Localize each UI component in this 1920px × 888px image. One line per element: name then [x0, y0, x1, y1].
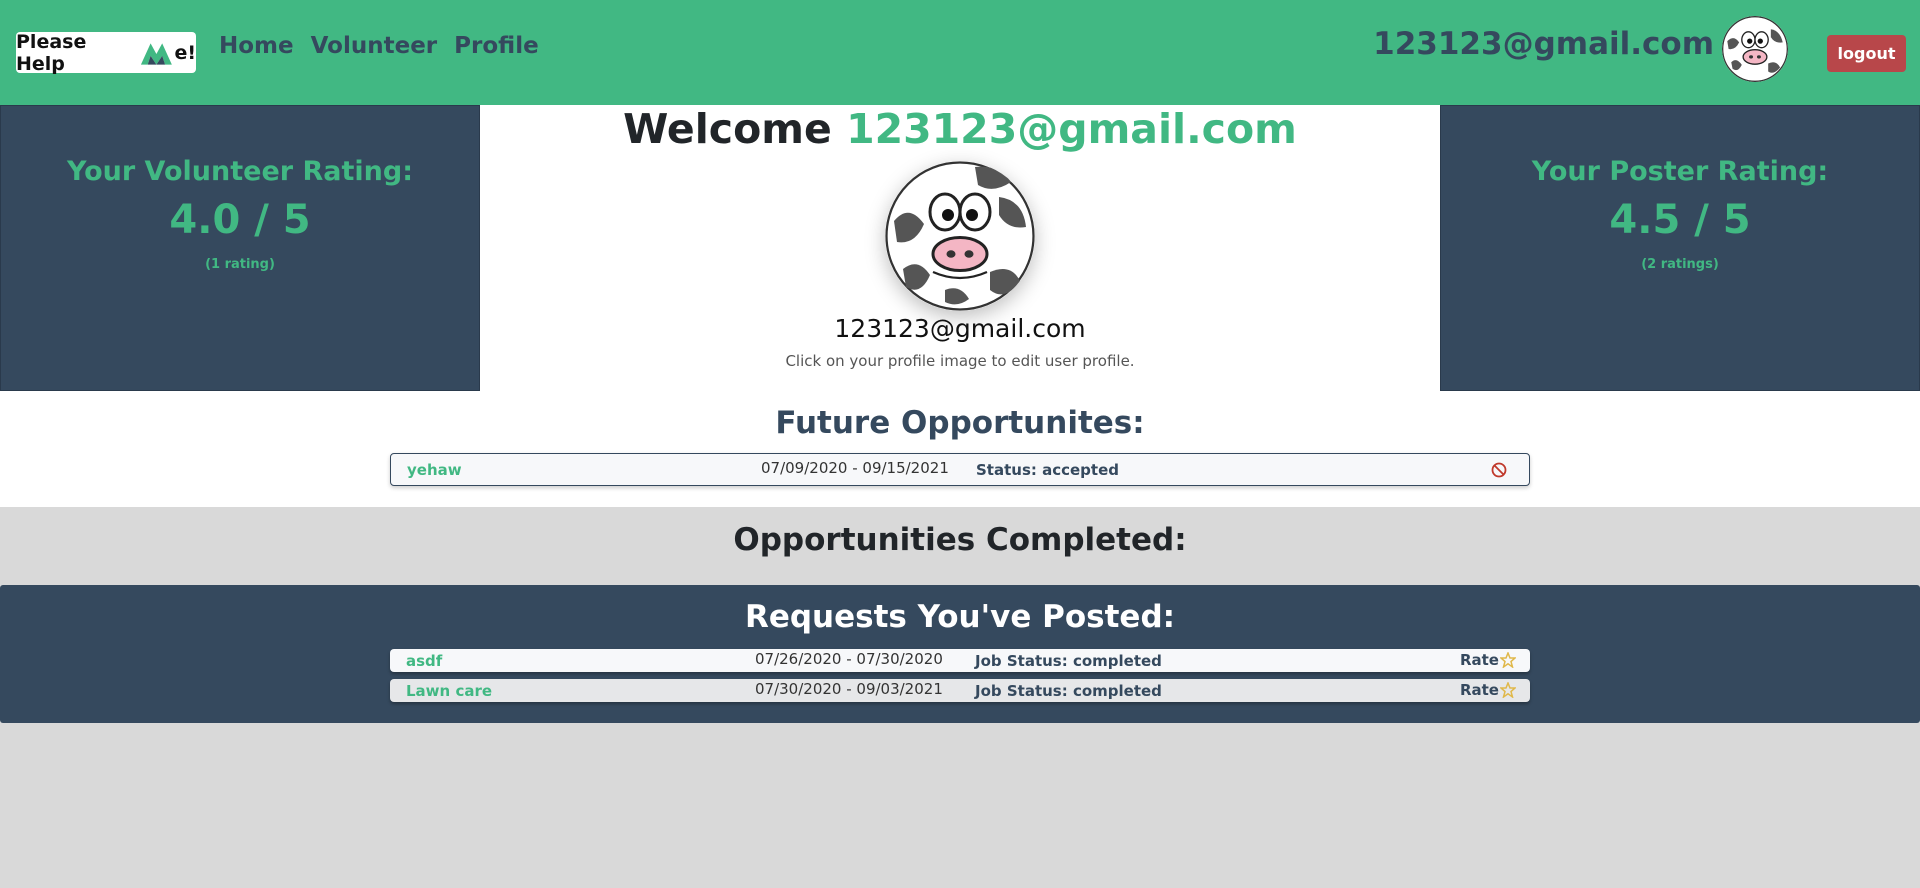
request-name-link[interactable]: Lawn care — [406, 682, 492, 700]
rate-button[interactable]: Rate — [1460, 681, 1516, 699]
nav-links: Home Volunteer Profile — [219, 33, 539, 59]
request-dates: 07/26/2020 - 07/30/2020 — [755, 650, 943, 668]
profile-avatar[interactable] — [885, 161, 1035, 311]
poster-rating-card: Your Poster Rating: 4.5 / 5 (2 ratings) — [1440, 105, 1920, 391]
poster-rating-title: Your Poster Rating: — [1531, 156, 1829, 187]
request-status: Job Status: completed — [975, 682, 1162, 700]
opportunity-status: Status: accepted — [976, 461, 1119, 479]
star-icon — [1500, 682, 1516, 698]
poster-rating-count: (2 ratings) — [1641, 257, 1719, 272]
brand-logo[interactable]: Please Help e! — [16, 30, 196, 75]
opportunity-name-link[interactable]: yehaw — [407, 461, 462, 479]
nav-link-profile[interactable]: Profile — [454, 33, 539, 59]
completed-opportunities-title: Opportunities Completed: — [733, 522, 1187, 558]
logout-button[interactable]: logout — [1827, 35, 1906, 72]
list-item: Lawn care 07/30/2020 - 09/03/2021 Job St… — [390, 679, 1530, 702]
nav-avatar[interactable] — [1722, 16, 1788, 82]
profile-section: Your Volunteer Rating: 4.0 / 5 (1 rating… — [0, 105, 1920, 507]
volunteer-rating-title: Your Volunteer Rating: — [67, 156, 413, 187]
poster-rating-value: 4.5 / 5 — [1609, 197, 1751, 243]
request-name-link[interactable]: asdf — [406, 652, 442, 670]
volunteer-rating-count: (1 rating) — [205, 257, 275, 272]
request-dates: 07/30/2020 - 09/03/2021 — [755, 680, 943, 698]
rate-label: Rate — [1459, 651, 1499, 669]
rate-label: Rate — [1459, 681, 1499, 699]
cow-avatar-icon — [885, 161, 1035, 311]
welcome-prefix: Welcome — [623, 105, 832, 153]
list-item: yehaw 07/09/2020 - 09/15/2021 Status: ac… — [390, 453, 1530, 486]
brand-prefix: Please Help — [16, 30, 87, 75]
cancel-icon[interactable] — [1491, 462, 1507, 478]
welcome-email: 123123@gmail.com — [846, 105, 1297, 153]
volunteer-rating-value: 4.0 / 5 — [169, 197, 311, 243]
rate-button[interactable]: Rate — [1460, 651, 1516, 669]
brand-m-icon — [140, 42, 172, 65]
opportunity-dates: 07/09/2020 - 09/15/2021 — [761, 459, 949, 477]
navbar: Please Help e! Home Volunteer Profile 12… — [0, 0, 1920, 105]
posted-requests-title: Requests You've Posted: — [744, 599, 1176, 635]
future-opportunities-title: Future Opportunites: — [775, 405, 1145, 441]
nav-user-email: 123123@gmail.com — [1373, 26, 1714, 62]
nav-link-home[interactable]: Home — [219, 33, 294, 59]
cow-avatar-icon — [1722, 16, 1788, 82]
nav-link-volunteer[interactable]: Volunteer — [311, 33, 438, 59]
list-item: asdf 07/26/2020 - 07/30/2020 Job Status:… — [390, 649, 1530, 672]
brand-suffix: e! — [174, 41, 196, 64]
request-status: Job Status: completed — [975, 652, 1162, 670]
posted-requests-section: Requests You've Posted: asdf 07/26/2020 … — [0, 585, 1920, 723]
star-icon — [1500, 652, 1516, 668]
